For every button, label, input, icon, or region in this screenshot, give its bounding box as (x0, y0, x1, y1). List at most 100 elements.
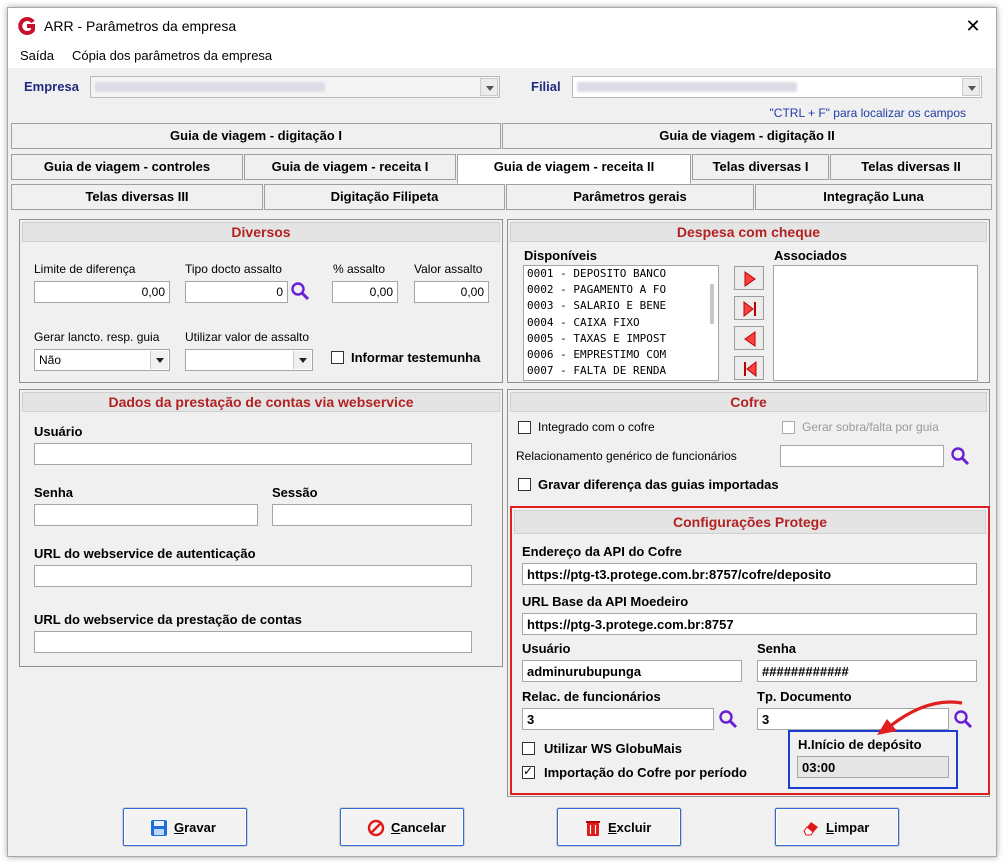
endereco-api-label: Endereço da API do Cofre (522, 544, 682, 559)
search-icon[interactable] (718, 709, 738, 729)
tab-telas-diversas-i[interactable]: Telas diversas I (692, 154, 829, 180)
ws-senha-input[interactable] (34, 504, 258, 526)
pct-assalto-input[interactable]: 0,00 (332, 281, 398, 303)
webservice-panel: Dados da prestação de contas via webserv… (19, 389, 503, 667)
url-base-label: URL Base da API Moedeiro (522, 594, 689, 609)
gravar-button-label: Gravar (174, 820, 216, 835)
filial-label: Filial (531, 79, 561, 94)
tab-receita-i[interactable]: Guia de viagem - receita I (244, 154, 456, 180)
tipo-docto-label: Tipo docto assalto (185, 262, 282, 276)
menu-item-saida[interactable]: Saída (20, 48, 54, 63)
cancelar-button[interactable]: Cancelar (340, 808, 464, 846)
utilizar-valor-select[interactable] (185, 349, 313, 371)
list-item[interactable]: 0001 - DEPOSITO BANCO (524, 266, 718, 282)
arrow-all-right-icon (743, 301, 756, 317)
ws-url-prest-label: URL do webservice da prestação de contas (34, 612, 302, 627)
gravar-diferenca-checkbox[interactable] (518, 478, 531, 491)
integrado-cofre-checkbox[interactable] (518, 421, 531, 434)
relac-generico-input[interactable] (780, 445, 944, 467)
move-all-left-button[interactable] (734, 356, 764, 380)
h-inicio-label: H.Início de depósito (798, 737, 922, 752)
cancelar-button-label: Cancelar (391, 820, 446, 835)
gravar-button[interactable]: Gravar (123, 808, 247, 846)
list-item[interactable]: 0007 - FALTA DE RENDA (524, 363, 718, 379)
tab-content: Diversos Limite de diferença 0,00 Tipo d… (10, 209, 998, 799)
utilizar-ws-checkbox[interactable] (522, 742, 535, 755)
ws-sessao-input[interactable] (272, 504, 472, 526)
filial-select[interactable] (572, 76, 982, 98)
relac-funcionarios-input[interactable]: 3 (522, 708, 714, 730)
diversos-header: Diversos (22, 222, 500, 242)
ws-senha-label: Senha (34, 485, 74, 500)
tab-telas-diversas-iii[interactable]: Telas diversas III (11, 184, 263, 210)
tipo-docto-input[interactable]: 0 (185, 281, 288, 303)
ws-sessao-label: Sessão (272, 485, 318, 500)
excluir-button-label: Excluir (608, 820, 652, 835)
ctrl-f-hint: "CTRL + F" para localizar os campos (769, 106, 966, 120)
chevron-down-icon[interactable] (962, 78, 980, 96)
valor-assalto-input[interactable]: 0,00 (414, 281, 489, 303)
cofre-panel: Cofre Integrado com o cofre Gerar sobra/… (507, 389, 990, 797)
tab-digitacao-filipeta[interactable]: Digitação Filipeta (264, 184, 505, 210)
informar-testemunha-checkbox[interactable] (331, 351, 344, 364)
gerar-lancto-label: Gerar lancto. resp. guia (34, 330, 160, 344)
window-title: ARR - Parâmetros da empresa (44, 18, 237, 34)
ws-url-prest-input[interactable] (34, 631, 472, 653)
endereco-api-input[interactable]: https://ptg-t3.protege.com.br:8757/cofre… (522, 563, 977, 585)
menu-item-copia[interactable]: Cópia dos parâmetros da empresa (72, 48, 272, 63)
tab-parametros-gerais[interactable]: Parâmetros gerais (506, 184, 754, 210)
protege-section: Configurações Protege Endereço da API do… (510, 506, 990, 795)
relac-funcionarios-label: Relac. de funcionários (522, 689, 661, 704)
menu-bar: Saída Cópia dos parâmetros da empresa (8, 44, 996, 68)
importacao-cofre-checkbox[interactable] (522, 764, 535, 779)
ws-url-auth-input[interactable] (34, 565, 472, 587)
limite-input[interactable]: 0,00 (34, 281, 170, 303)
protege-senha-input[interactable]: ############ (757, 660, 977, 682)
limpar-button[interactable]: Limpar (775, 808, 899, 846)
ws-usuario-input[interactable] (34, 443, 472, 465)
excluir-button[interactable]: Excluir (557, 808, 681, 846)
disponiveis-list[interactable]: 0001 - DEPOSITO BANCO 0002 - PAGAMENTO A… (523, 265, 719, 381)
close-button[interactable]: ✕ (960, 14, 986, 38)
limite-label: Limite de diferença (34, 262, 136, 276)
search-icon[interactable] (950, 446, 970, 466)
list-item[interactable]: 0003 - SALARIO E BENE (524, 298, 718, 314)
move-all-right-button[interactable] (734, 296, 764, 320)
list-scrollbar[interactable] (710, 284, 714, 324)
url-base-input[interactable]: https://ptg-3.protege.com.br:8757 (522, 613, 977, 635)
tab-telas-diversas-ii[interactable]: Telas diversas II (830, 154, 992, 180)
floppy-disk-icon (151, 820, 167, 836)
associados-list[interactable] (773, 265, 978, 381)
search-icon[interactable] (290, 281, 310, 301)
move-right-button[interactable] (734, 266, 764, 290)
list-item[interactable]: 0004 - CAIXA FIXO (524, 315, 718, 331)
annotation-arrow-icon (877, 700, 963, 735)
tab-integracao-luna[interactable]: Integração Luna (755, 184, 992, 210)
despesa-header: Despesa com cheque (510, 222, 987, 242)
tab-receita-ii[interactable]: Guia de viagem - receita II (457, 154, 691, 184)
list-item[interactable]: 0006 - EMPRESTIMO COM (524, 347, 718, 363)
list-item[interactable]: 0005 - TAXAS E IMPOST (524, 331, 718, 347)
arrow-right-icon (744, 271, 756, 287)
move-left-button[interactable] (734, 326, 764, 350)
chevron-down-icon[interactable] (480, 78, 498, 96)
gerar-lancto-select[interactable]: Não (34, 349, 170, 371)
ws-url-auth-label: URL do webservice de autenticação (34, 546, 256, 561)
trash-icon (586, 821, 600, 836)
chevron-down-icon[interactable] (293, 351, 311, 369)
protege-usuario-input[interactable]: adminurubupunga (522, 660, 742, 682)
ws-usuario-label: Usuário (34, 424, 83, 439)
disponiveis-label: Disponíveis (524, 248, 597, 263)
list-item[interactable]: 0002 - PAGAMENTO A FO (524, 282, 718, 298)
tab-digitacao-i[interactable]: Guia de viagem - digitação I (11, 123, 501, 149)
h-inicio-input[interactable]: 03:00 (797, 756, 949, 778)
tab-digitacao-ii[interactable]: Guia de viagem - digitação II (502, 123, 992, 149)
gerar-sobra-label: Gerar sobra/falta por guia (802, 420, 939, 434)
gerar-sobra-checkbox[interactable] (782, 421, 795, 434)
tab-controles[interactable]: Guia de viagem - controles (11, 154, 243, 180)
arrow-left-icon (744, 331, 756, 347)
chevron-down-icon[interactable] (150, 351, 168, 369)
tp-documento-label: Tp. Documento (757, 689, 852, 704)
diversos-panel: Diversos Limite de diferença 0,00 Tipo d… (19, 219, 503, 383)
empresa-select[interactable] (90, 76, 500, 98)
